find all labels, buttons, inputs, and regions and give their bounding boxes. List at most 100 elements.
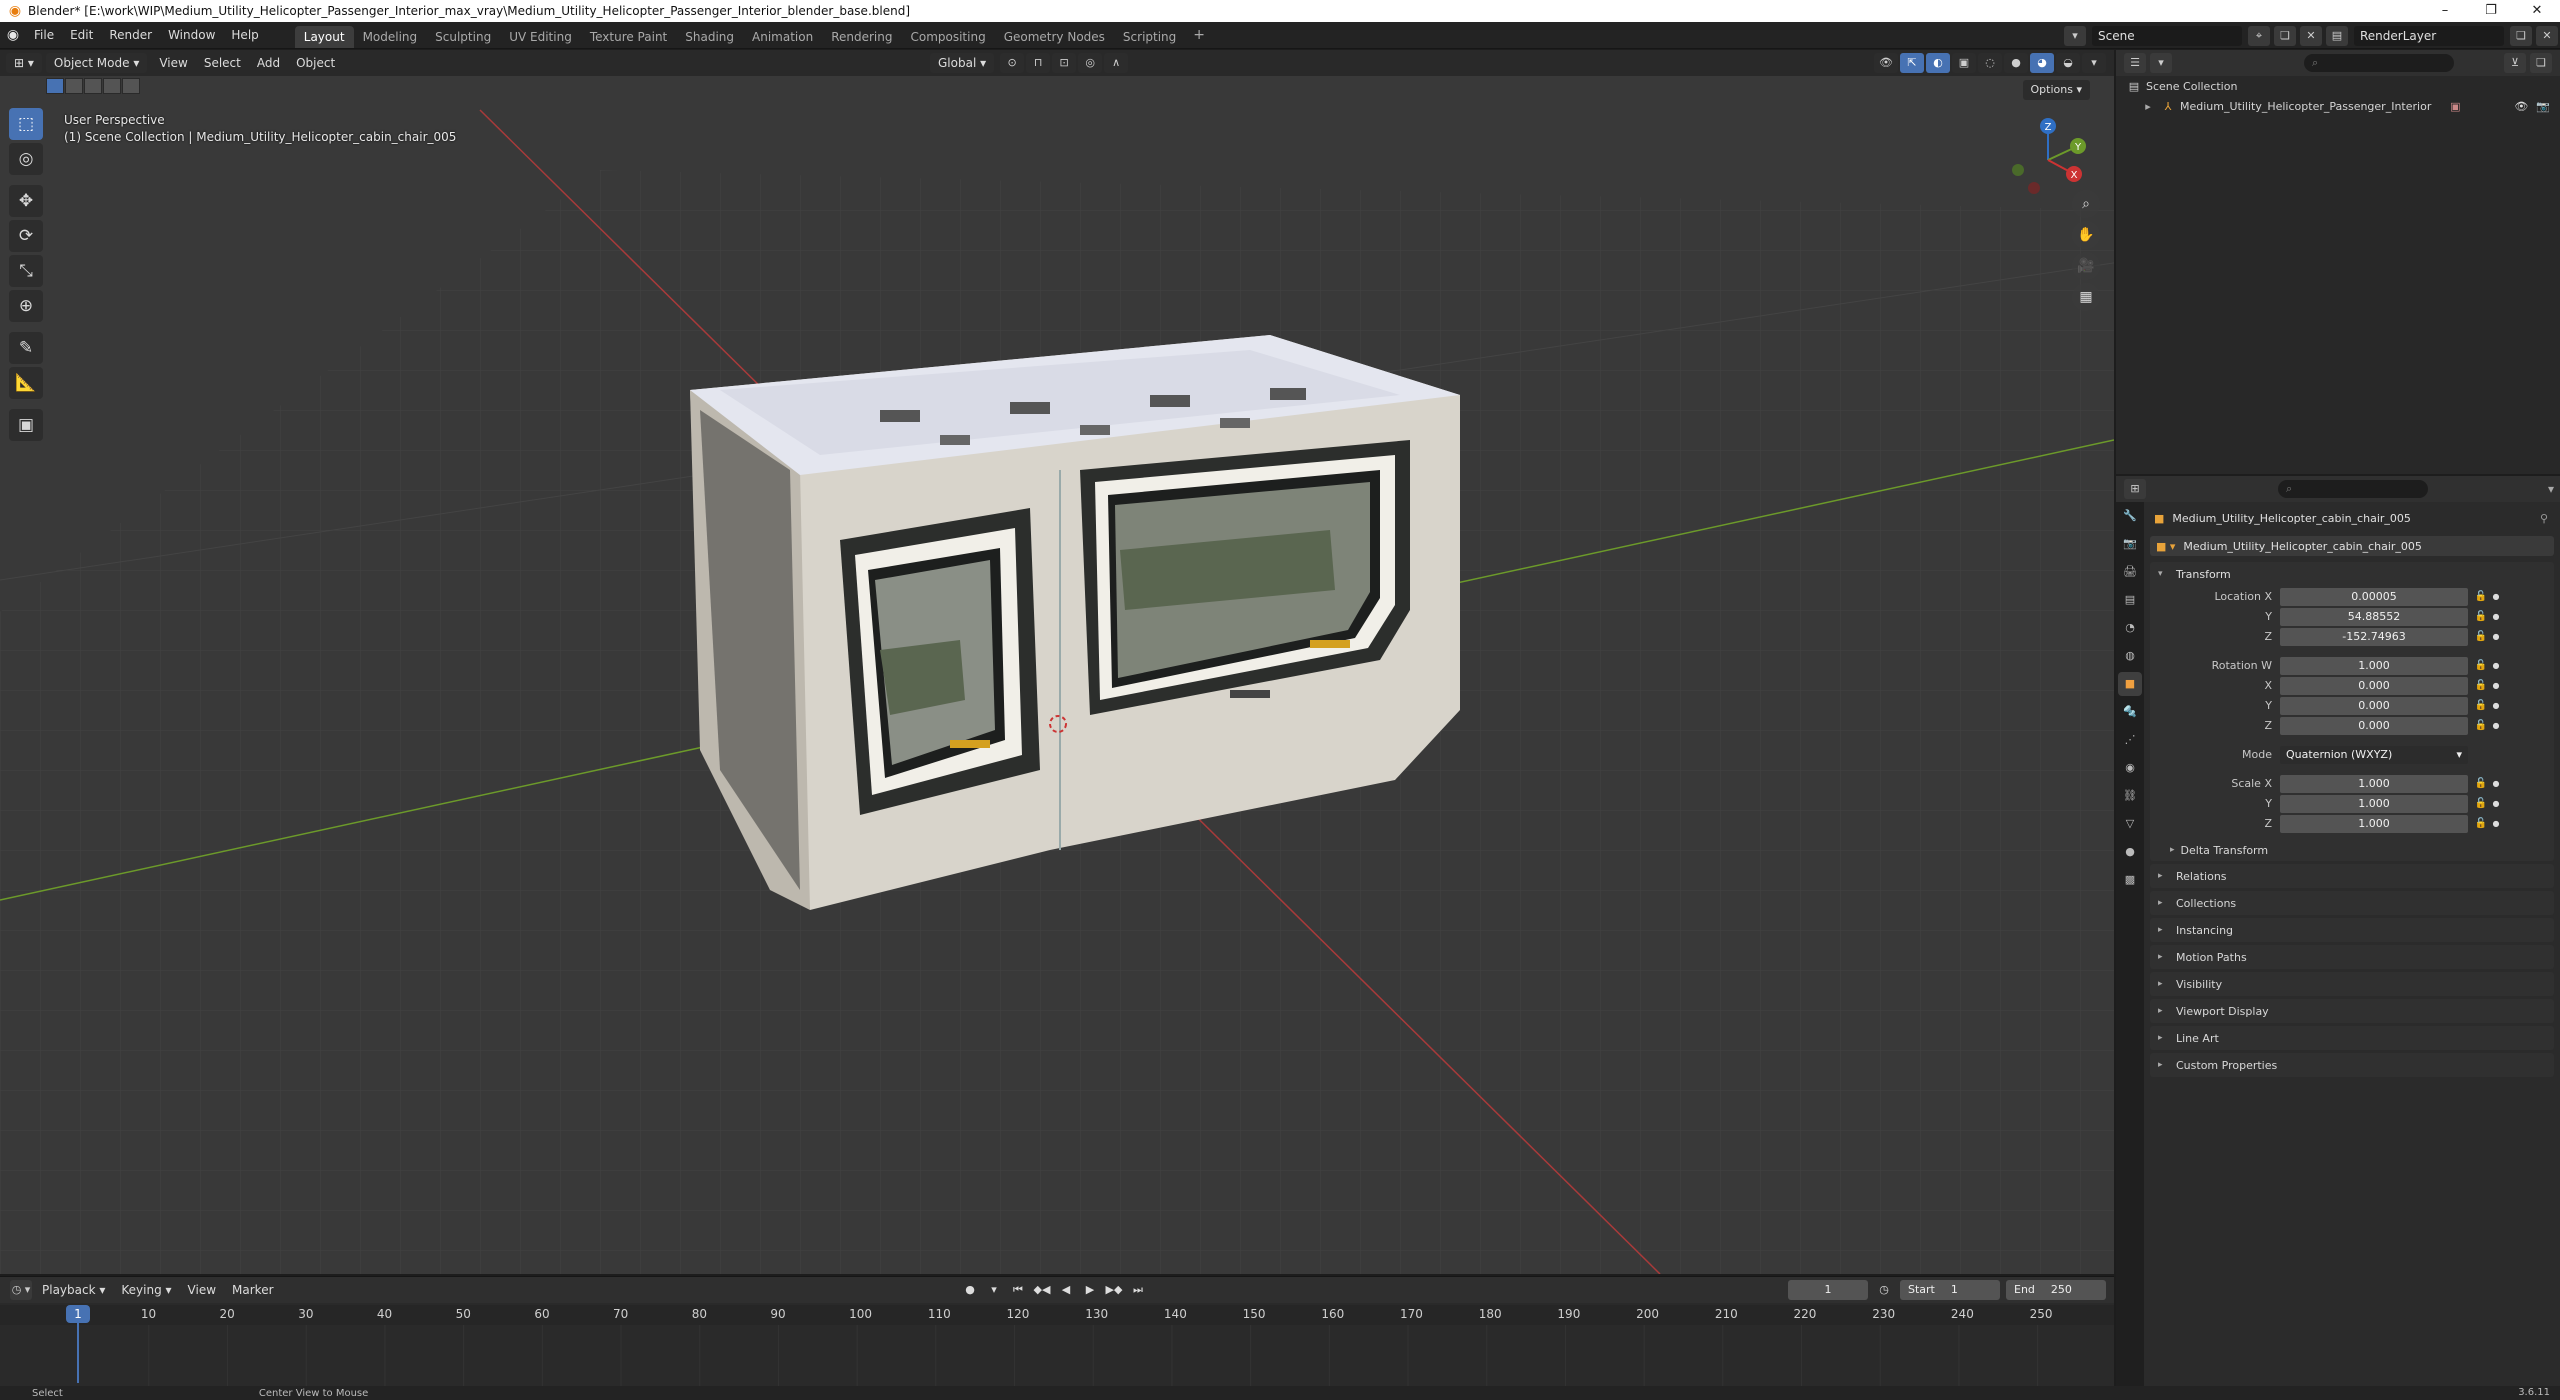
rotation-mode-dropdown[interactable]: Quaternion (WXYZ) ▾ [2280,745,2468,764]
tool-tab-icon[interactable]: 🔧 [2118,504,2142,528]
menu-file[interactable]: File [26,22,62,49]
properties-search-input[interactable]: ⌕ [2278,480,2428,498]
delete-scene-icon[interactable]: ✕ [2300,25,2322,46]
tab-geometry-nodes[interactable]: Geometry Nodes [995,26,1114,48]
custom-properties-panel[interactable]: ▸ Custom Properties [2150,1053,2554,1077]
maximize-button[interactable]: ❐ [2468,0,2514,22]
lock-icon[interactable]: 🔓 [2472,680,2490,691]
constraints-tab-icon[interactable]: ⛓ [2118,784,2142,808]
output-tab-icon[interactable]: 🖨 [2118,560,2142,584]
tab-texture-paint[interactable]: Texture Paint [581,26,676,48]
rotation-x-field[interactable]: 0.000 [2280,676,2468,695]
transform-panel-header[interactable]: ▾ Transform [2150,562,2554,586]
keyframe-dot-icon[interactable]: ● [2490,612,2502,621]
data-tab-icon[interactable]: ▽ [2118,812,2142,836]
line-art-panel[interactable]: ▸ Line Art [2150,1026,2554,1050]
scene-type-icon[interactable]: ▾ [2064,25,2086,46]
pin-icon[interactable]: ⚲ [2540,512,2548,525]
keyframe-dot-icon[interactable]: ● [2490,632,2502,641]
keyframe-dot-icon[interactable]: ● [2490,721,2502,730]
close-button[interactable]: ✕ [2514,0,2560,22]
tab-rendering[interactable]: Rendering [822,26,901,48]
texture-tab-icon[interactable]: ▩ [2118,868,2142,892]
jump-start-icon[interactable]: ⏮ [1008,1280,1028,1300]
outliner-editor-type-icon[interactable]: ☰ [2124,53,2146,73]
rotation-z-field[interactable]: 0.000 [2280,716,2468,735]
overlay-toggle-icon[interactable]: ◐ [1926,53,1950,73]
visibility-icon[interactable]: 👁 [1874,53,1898,73]
lock-icon[interactable]: 🔓 [2472,660,2490,671]
keyframe-dot-icon[interactable]: ● [2490,661,2502,670]
collections-panel[interactable]: ▸ Collections [2150,891,2554,915]
lock-icon[interactable]: 🔓 [2472,798,2490,809]
viewport-menu-add[interactable]: Add [249,50,288,76]
playhead-line[interactable] [77,1323,79,1383]
lock-icon[interactable]: 🔓 [2472,611,2490,622]
timeline-menu-playback[interactable]: Playback ▾ [34,1277,113,1303]
select-new-icon[interactable] [46,78,64,94]
instancing-panel[interactable]: ▸ Instancing [2150,918,2554,942]
measure-tool-icon[interactable]: 📐 [9,367,43,399]
keyframe-dot-icon[interactable]: ● [2490,799,2502,808]
expand-arrow-icon[interactable]: ▸ [2140,100,2156,113]
physics-tab-icon[interactable]: ◉ [2118,756,2142,780]
rendered-shading-icon[interactable]: ◒ [2056,53,2080,73]
modifier-tab-icon[interactable]: 🔩 [2118,700,2142,724]
delete-view-layer-icon[interactable]: ✕ [2536,25,2558,46]
viewport-display-panel[interactable]: ▸ Viewport Display [2150,999,2554,1023]
next-keyframe-icon[interactable]: ▶◆ [1104,1280,1124,1300]
snap-icon[interactable]: ⊓ [1026,53,1051,73]
new-scene-icon[interactable]: ❏ [2274,25,2296,46]
material-shading-icon[interactable]: ◕ [2030,53,2054,73]
lock-icon[interactable]: 🔓 [2472,818,2490,829]
select-invert-icon[interactable] [103,78,121,94]
timeline-editor[interactable]: ◷ ▾ Playback ▾ Keying ▾ View Marker ● ▾ … [0,1276,2114,1387]
minimize-button[interactable]: – [2422,0,2468,22]
pin-scene-icon[interactable]: ⌖ [2248,25,2270,46]
visibility-panel[interactable]: ▸ Visibility [2150,972,2554,996]
render-camera-icon[interactable]: 📷 [2536,100,2550,113]
ortho-grid-icon[interactable]: ▦ [2072,283,2100,311]
visibility-eye-icon[interactable]: 👁 [2514,100,2528,113]
select-intersect-icon[interactable] [122,78,140,94]
jump-end-icon[interactable]: ⏭ [1128,1280,1148,1300]
viewport-menu-view[interactable]: View [151,50,195,76]
options-chevron-icon[interactable]: ▾ [2548,482,2554,496]
select-extend-icon[interactable] [65,78,83,94]
menu-render[interactable]: Render [101,22,160,49]
timeline-track-area[interactable] [0,1325,2114,1387]
particles-tab-icon[interactable]: ⋰ [2118,728,2142,752]
add-cube-tool-icon[interactable]: ▣ [9,409,43,441]
lock-icon[interactable]: 🔓 [2472,778,2490,789]
select-subtract-icon[interactable] [84,78,102,94]
rotation-y-field[interactable]: 0.000 [2280,696,2468,715]
tab-modeling[interactable]: Modeling [354,26,427,48]
add-workspace-button[interactable]: + [1185,27,1213,43]
play-reverse-icon[interactable]: ◀ [1056,1280,1076,1300]
scale-tool-icon[interactable]: ⤡ [9,255,43,287]
start-frame-field[interactable]: Start 1 [1900,1280,2000,1300]
transform-tool-icon[interactable]: ⊕ [9,290,43,322]
3d-viewport[interactable]: ⊞ ▾ Object Mode ▾ View Select Add Object… [0,50,2114,1274]
timeline-ruler[interactable]: 10 20 30 40 50 60 70 80 90 100 110 120 130 140 150 160 1… [0,1305,2114,1325]
scene-tab-icon[interactable]: ◔ [2118,616,2142,640]
material-tab-icon[interactable]: ● [2118,840,2142,864]
record-icon[interactable]: ● [960,1280,980,1300]
timeline-editor-type-icon[interactable]: ◷ ▾ [10,1280,32,1300]
view-layer-tab-icon[interactable]: ▤ [2118,588,2142,612]
viewport-menu-object[interactable]: Object [288,50,343,76]
end-frame-field[interactable]: End 250 [2006,1280,2106,1300]
proportional-edit-icon[interactable]: ◎ [1078,53,1103,73]
display-mode-icon[interactable]: ▾ [2150,53,2172,73]
viewport-menu-select[interactable]: Select [196,50,249,76]
blender-menu-icon[interactable]: ◉ [0,27,26,43]
current-frame-field[interactable]: 1 [1788,1280,1868,1300]
world-tab-icon[interactable]: ◍ [2118,644,2142,668]
relations-panel[interactable]: ▸ Relations [2150,864,2554,888]
xray-icon[interactable]: ▣ [1952,53,1976,73]
scene-selector[interactable]: Scene [2092,25,2242,46]
motion-paths-panel[interactable]: ▸ Motion Paths [2150,945,2554,969]
delta-transform-subpanel[interactable]: ▸ Delta Transform [2150,839,2554,861]
rotation-w-field[interactable]: 1.000 [2280,656,2468,675]
timeline-menu-marker[interactable]: Marker [224,1277,281,1303]
